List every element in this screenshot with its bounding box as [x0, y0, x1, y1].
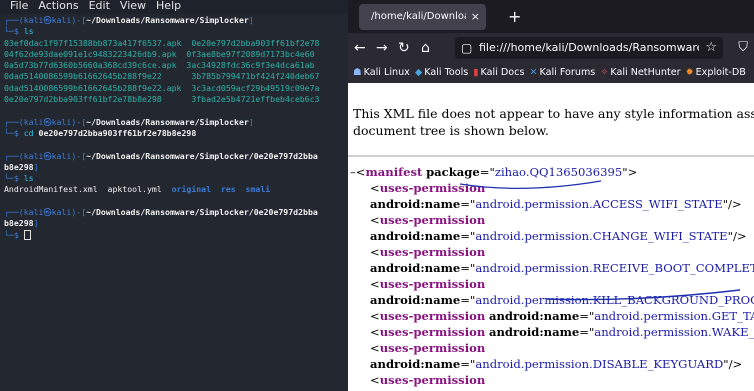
- terminal-text: ~/Downloads/Ransomware/Simplocker/0e20e7…: [86, 150, 318, 161]
- terminal-text: kali㉿kali: [23, 207, 72, 218]
- terminal-text: └─$: [4, 26, 24, 37]
- terminal-line: b8e298]: [4, 218, 348, 229]
- terminal-text: kali㉿kali: [23, 15, 72, 25]
- terminal-menubar: File Actions Edit View Help: [0, 0, 348, 14]
- terminal-text: cd: [23, 127, 39, 138]
- terminal-output[interactable]: ┌──(kali㉿kali)-[~/Downloads/Ransomware/S…: [4, 15, 348, 241]
- terminal-text: 0dad5140086599b61662645b288f9e22 3b785b7…: [4, 71, 320, 82]
- menu-item-actions[interactable]: Actions: [38, 0, 78, 12]
- terminal-text: ┌──(: [4, 116, 24, 127]
- terminal-text: ]: [33, 218, 39, 229]
- terminal-text: ┌──(: [4, 150, 24, 161]
- menu-item-view[interactable]: View: [120, 0, 146, 12]
- terminal-text: b8e298: [4, 218, 34, 229]
- terminal-line: b8e298]: [4, 162, 348, 173]
- terminal-text: └─$: [4, 229, 24, 240]
- terminal-text: ls: [23, 173, 34, 184]
- terminal-line: 0dad5140086599b61662645b288f9e22 3b785b7…: [4, 71, 348, 82]
- terminal-text: kali㉿kali: [23, 150, 72, 161]
- terminal-line: 0a5d73b77d6360b5660a368cd39c6ce.apk 3ac3…: [4, 60, 348, 71]
- terminal-text: kali㉿kali: [23, 116, 72, 127]
- annotation-overlay: [459, 180, 741, 301]
- terminal-text: )-[: [71, 150, 87, 161]
- terminal-line: 0dad5140086599b61662645b288f9e22.apk 3c3…: [4, 83, 348, 94]
- terminal-text: └─$: [4, 127, 24, 138]
- terminal-text: └─$: [4, 173, 24, 184]
- terminal-text: ┌──(: [4, 15, 24, 25]
- terminal-line: ┌──(kali㉿kali)-[~/Downloads/Ransomware/S…: [4, 151, 348, 162]
- terminal-line: ┌──(kali㉿kali)-[~/Downloads/Ransomware/S…: [4, 15, 348, 26]
- terminal-text: ~/Downloads/Ransomware/Simplocker/0e20e7…: [86, 207, 318, 218]
- terminal-text: ~/Downloads/Ransomware/Simplocker: [86, 15, 249, 25]
- browser-window: /home/kali/Downloads/Ransc × + ← → ↻ ⌂ ▢…: [348, 0, 754, 391]
- menu-item-file[interactable]: File: [10, 0, 28, 12]
- terminal-text: ls: [23, 26, 34, 37]
- terminal-text: 0e20e797d2bba903ff61bf2e78b8e298 3fbad2e…: [4, 94, 320, 105]
- terminal-line: └─$ ls: [4, 173, 348, 184]
- terminal-text: 0e20e797d2bba903ff61bf2e78b8e298: [38, 127, 197, 138]
- terminal-text: ┌──(: [4, 207, 24, 218]
- terminal-line: └─$: [4, 230, 348, 241]
- terminal-line: 0e20e797d2bba903ff61bf2e78b8e298 3fbad2e…: [4, 94, 348, 105]
- terminal-line: 04f62de93dae091e1c9483223426db9.apk 0f3a…: [4, 49, 348, 60]
- terminal-text: ]: [248, 116, 254, 127]
- menu-item-edit[interactable]: Edit: [89, 0, 110, 12]
- terminal-text: )-[: [71, 207, 87, 218]
- terminal-text: 0a5d73b77d6360b5660a368cd39c6ce.apk 3ac3…: [4, 60, 315, 71]
- terminal-window[interactable]: File Actions Edit View Help ┌──(kali㉿kali)-[…: [0, 0, 348, 391]
- terminal-line: └─$ cd 0e20e797d2bba903ff61bf2e78b8e298: [4, 128, 348, 139]
- terminal-text: ]: [248, 15, 254, 25]
- cursor-icon: [23, 230, 31, 241]
- terminal-line: 03ef0dac1f97f15388bb873a417f6537.apk 0e2…: [4, 38, 348, 49]
- terminal-text: AndroidManifest.xml apktool.yml: [4, 184, 172, 195]
- menu-item-help[interactable]: Help: [156, 0, 181, 12]
- terminal-line: ┌──(kali㉿kali)-[~/Downloads/Ransomware/S…: [4, 207, 348, 218]
- terminal-line: AndroidManifest.xml apktool.yml original…: [4, 184, 348, 195]
- strike-annotation: [545, 289, 741, 301]
- terminal-text: )-[: [71, 15, 87, 25]
- terminal-line: └─$ ls: [4, 26, 348, 37]
- terminal-line: ┌──(kali㉿kali)-[~/Downloads/Ransomware/S…: [4, 117, 348, 128]
- underline-annotation: [459, 180, 602, 189]
- terminal-text: 0dad5140086599b61662645b288f9e22.apk 3c3…: [4, 82, 320, 93]
- terminal-text: 04f62de93dae091e1c9483223426db9.apk 0f3a…: [4, 48, 315, 59]
- terminal-text: b8e298: [4, 161, 34, 172]
- terminal-text: )-[: [71, 116, 87, 127]
- terminal-text: original res smali: [171, 184, 271, 195]
- terminal-text: 03ef0dac1f97f15388bb873a417f6537.apk 0e2…: [4, 37, 320, 48]
- terminal-text: ~/Downloads/Ransomware/Simplocker: [86, 116, 249, 127]
- terminal-text: ]: [33, 161, 39, 172]
